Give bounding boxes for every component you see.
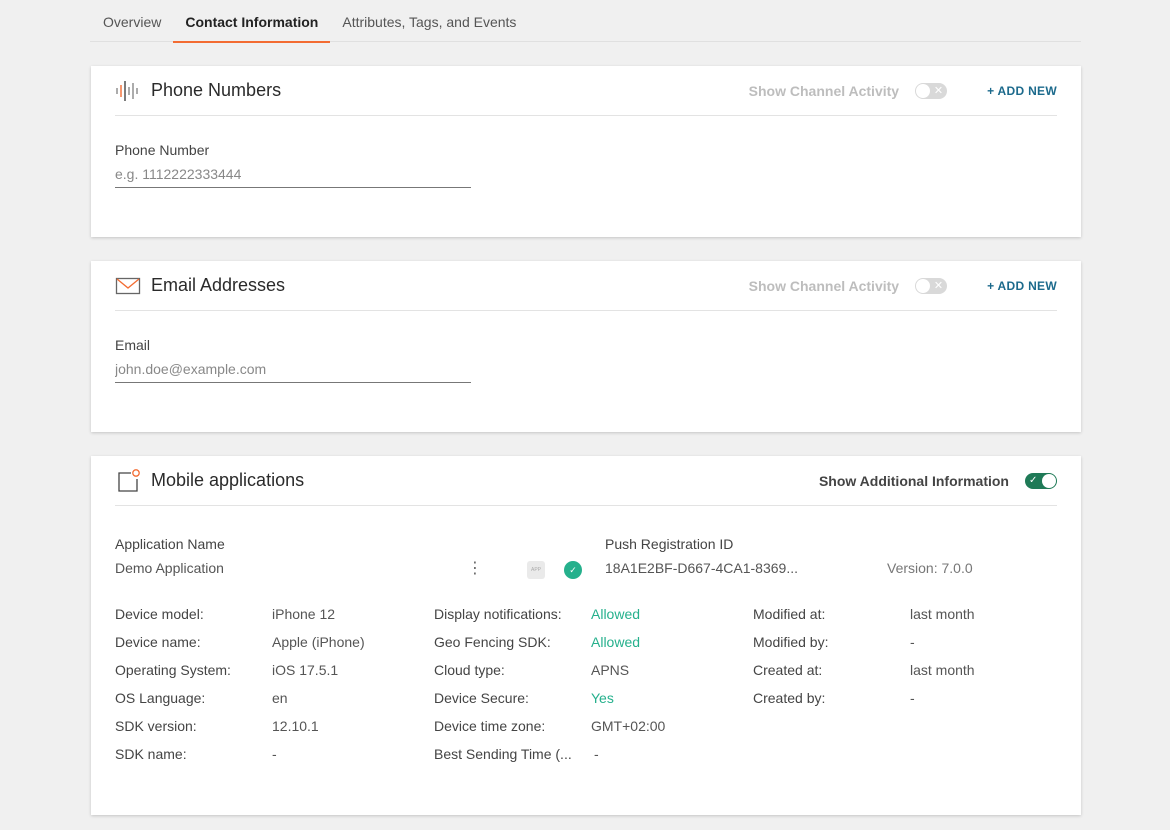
add-new-email-button[interactable]: + ADD NEW xyxy=(987,279,1057,293)
detail-key: Display notifications: xyxy=(434,606,562,622)
detail-row: Modified at: last month xyxy=(753,606,975,634)
card-title: Email Addresses xyxy=(151,275,286,295)
detail-row: Operating System: iOS 17.5.1 xyxy=(115,662,365,690)
detail-value: last month xyxy=(910,662,975,678)
detail-key: Best Sending Time (... xyxy=(434,746,572,762)
detail-key: Geo Fencing SDK: xyxy=(434,634,551,650)
mobile-app-icon xyxy=(115,468,141,493)
detail-row: Modified by: - xyxy=(753,634,975,662)
version-value: Version: 7.0.0 xyxy=(887,560,973,576)
device-details-column-3: Modified at: last month Modified by: - Cre… xyxy=(753,606,975,718)
application-name-label: Application Name xyxy=(115,536,225,552)
detail-key: Modified at: xyxy=(753,606,826,622)
phone-numbers-header: Phone Numbers Show Channel Activity ✕ + … xyxy=(115,66,1057,116)
phone-number-field: Phone Number xyxy=(115,142,471,188)
card-title: Mobile applications xyxy=(151,470,305,490)
detail-key: OS Language: xyxy=(115,690,206,706)
detail-key: Created at: xyxy=(753,662,823,678)
show-channel-activity-toggle[interactable]: ✕ xyxy=(915,277,948,294)
detail-key: SDK name: xyxy=(115,746,187,762)
email-input[interactable] xyxy=(115,359,471,383)
field-label: Email xyxy=(115,337,151,353)
detail-value: Yes xyxy=(591,690,614,706)
x-icon: ✕ xyxy=(933,279,944,292)
show-additional-information-toggle[interactable]: ✓ xyxy=(1025,472,1057,489)
tab-attributes-tags-events[interactable]: Attributes, Tags, and Events xyxy=(330,0,528,42)
detail-value: - xyxy=(594,746,599,762)
detail-value: 12.10.1 xyxy=(272,718,319,734)
email-addresses-card: Email Addresses Show Channel Activity ✕ … xyxy=(91,261,1081,432)
field-label: Phone Number xyxy=(115,142,210,158)
push-registration-id-value: 18A1E2BF-D667-4CA1-8369... xyxy=(605,560,798,576)
detail-value: iPhone 12 xyxy=(272,606,336,622)
device-details-column-2: Display notifications: Allowed Geo Fencin… xyxy=(434,606,665,774)
detail-value: last month xyxy=(910,606,975,622)
phone-numbers-card: Phone Numbers Show Channel Activity ✕ + … xyxy=(91,66,1081,237)
tab-contact-information[interactable]: Contact Information xyxy=(173,0,331,43)
detail-key: Cloud type: xyxy=(434,662,505,678)
detail-value: Allowed xyxy=(591,606,641,622)
tab-bar: Overview Contact Information Attributes,… xyxy=(90,0,1081,43)
detail-value: - xyxy=(910,690,915,706)
detail-key: Modified by: xyxy=(753,634,829,650)
detail-key: Operating System: xyxy=(115,662,231,678)
app-badge-icon: APP xyxy=(527,561,545,579)
application-name-value: Demo Application xyxy=(115,560,224,576)
status-check-icon: ✓ xyxy=(564,561,582,579)
email-field: Email xyxy=(115,337,471,383)
detail-row: Created by: - xyxy=(753,690,975,718)
email-addresses-header: Email Addresses Show Channel Activity ✕ … xyxy=(115,261,1057,311)
detail-value: APNS xyxy=(591,662,630,678)
x-icon: ✕ xyxy=(933,84,944,97)
detail-value: - xyxy=(272,746,277,762)
show-additional-information-label: Show Additional Information xyxy=(818,472,1009,489)
more-options-icon[interactable]: ⋮ xyxy=(467,560,483,578)
phone-waveform-icon xyxy=(115,79,141,103)
device-details-column-1: Device model: iPhone 12 Device name: Apple… xyxy=(115,606,365,774)
mobile-applications-header: Mobile applications Show Additional Info… xyxy=(115,456,1057,506)
detail-row: Device name: Apple (iPhone) xyxy=(115,634,365,662)
detail-value: Allowed xyxy=(591,634,641,650)
detail-row: Geo Fencing SDK: Allowed xyxy=(434,634,665,662)
card-title: Phone Numbers xyxy=(151,80,282,100)
show-channel-activity-toggle[interactable]: ✕ xyxy=(915,82,948,99)
push-registration-id-label: Push Registration ID xyxy=(605,536,734,552)
detail-key: Device Secure: xyxy=(434,690,529,706)
detail-row: Cloud type: APNS xyxy=(434,662,665,690)
detail-row: OS Language: en xyxy=(115,690,365,718)
detail-value: - xyxy=(910,634,915,650)
detail-value: Apple (iPhone) xyxy=(272,634,365,650)
show-channel-activity-label: Show Channel Activity xyxy=(748,277,900,294)
detail-row: Display notifications: Allowed xyxy=(434,606,665,634)
detail-row: Device time zone: GMT+02:00 xyxy=(434,718,665,746)
detail-row: Device Secure: Yes xyxy=(434,690,665,718)
detail-key: Created by: xyxy=(753,690,826,706)
detail-row: SDK version: 12.10.1 xyxy=(115,718,365,746)
detail-key: Device name: xyxy=(115,634,201,650)
detail-key: SDK version: xyxy=(115,718,197,734)
envelope-icon xyxy=(115,274,141,298)
detail-key: Device time zone: xyxy=(434,718,546,734)
tab-overview[interactable]: Overview xyxy=(90,0,173,42)
add-new-phone-button[interactable]: + ADD NEW xyxy=(987,84,1057,98)
detail-key: Device model: xyxy=(115,606,204,622)
detail-value: iOS 17.5.1 xyxy=(272,662,339,678)
detail-row: Best Sending Time (... - xyxy=(434,746,665,774)
show-channel-activity-label: Show Channel Activity xyxy=(748,82,900,99)
detail-row: Device model: iPhone 12 xyxy=(115,606,365,634)
detail-value: GMT+02:00 xyxy=(591,718,666,734)
mobile-applications-card: Mobile applications Show Additional Info… xyxy=(91,456,1081,815)
detail-row: Created at: last month xyxy=(753,662,975,690)
detail-value: en xyxy=(272,690,288,706)
detail-row: SDK name: - xyxy=(115,746,365,774)
application-row: Application Name Demo Application ⋮ APP … xyxy=(115,536,1057,586)
check-icon: ✓ xyxy=(1029,474,1038,486)
phone-number-input[interactable] xyxy=(115,164,471,188)
